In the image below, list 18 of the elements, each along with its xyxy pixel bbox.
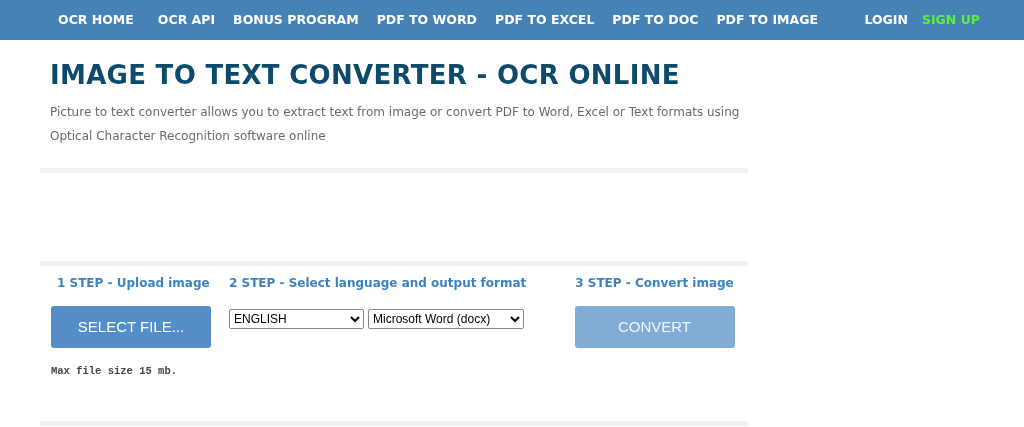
step-label: 1 STEP - Upload image: [57, 275, 211, 292]
page-description: Picture to text converter allows you to extract text from image or convert PDF to Word, Excel or Text formats using Optical Character Recognition software online: [50, 104, 741, 145]
page-title: IMAGE TO TEXT CONVERTER - OCR ONLINE: [50, 59, 681, 92]
file-size-note: Max file size 15 mb.: [51, 364, 179, 379]
nav-link[interactable]: PDF TO IMAGE: [716, 10, 818, 30]
step-label: 2 STEP - Select language and output format: [229, 275, 528, 292]
select-file-button[interactable]: SELECT FILE...: [51, 306, 211, 348]
language-select[interactable]: ENGLISH: [229, 309, 364, 329]
step-label: 3 STEP - Convert image: [575, 275, 734, 292]
nav-link[interactable]: PDF TO EXCEL: [495, 10, 595, 30]
nav-link[interactable]: PDF TO DOC: [612, 10, 699, 30]
nav-link[interactable]: PDF TO WORD: [376, 10, 477, 30]
sign-up-link[interactable]: SIGN UP: [921, 10, 980, 30]
nav-link[interactable]: OCR API: [157, 10, 216, 30]
login-link[interactable]: LOGIN: [864, 10, 908, 30]
format-select[interactable]: Microsoft Word (docx): [368, 309, 524, 329]
nav-link[interactable]: BONUS PROGRAM: [233, 10, 359, 30]
nav-link[interactable]: OCR HOME: [58, 10, 134, 30]
